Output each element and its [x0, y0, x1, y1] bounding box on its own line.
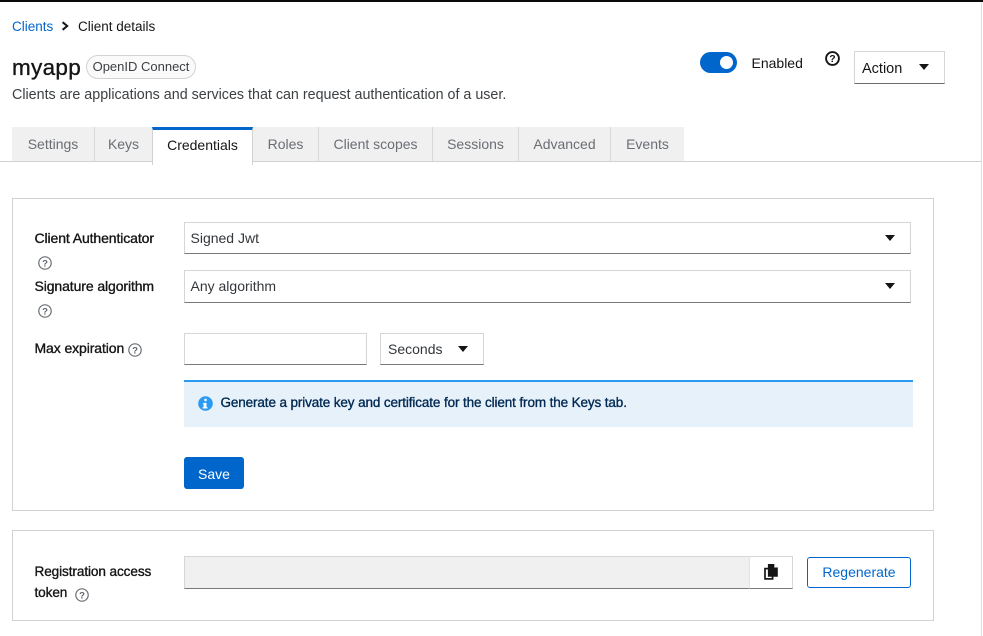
svg-text:?: ?	[829, 53, 835, 65]
svg-text:?: ?	[42, 258, 48, 269]
svg-text:?: ?	[79, 590, 85, 601]
svg-text:?: ?	[42, 306, 48, 317]
svg-text:?: ?	[132, 345, 138, 356]
